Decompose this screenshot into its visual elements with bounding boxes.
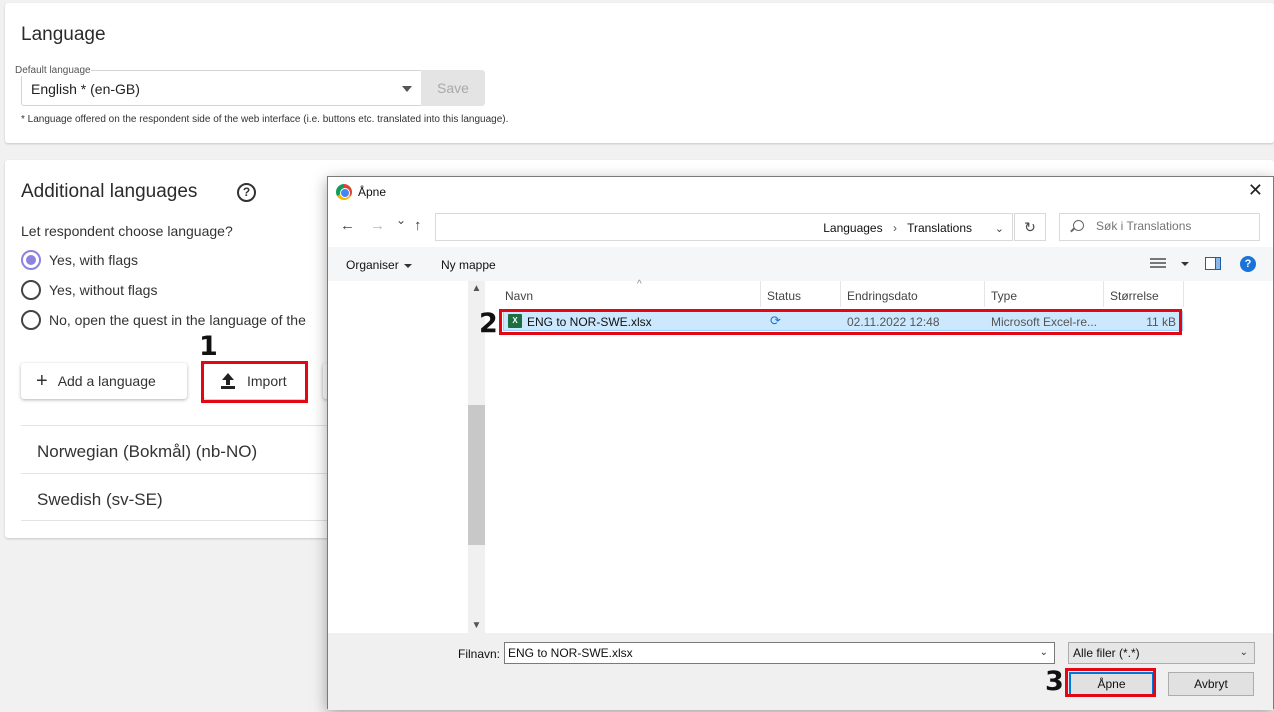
column-header-date[interactable]: Endringsdato [841, 281, 985, 307]
default-language-label: Default language [15, 65, 91, 76]
add-language-button[interactable]: + Add a language [21, 363, 187, 399]
address-bar[interactable]: Languages › Translations ⌄ [435, 213, 1013, 241]
step-number-1: 1 [199, 331, 218, 362]
radio-label: Yes, without flags [49, 282, 158, 298]
view-options-icon[interactable] [1150, 258, 1166, 270]
file-row-highlight [499, 309, 1182, 335]
language-row-swedish[interactable]: Swedish (sv-SE) [21, 473, 331, 521]
radio-label: No, open the quest in the language of th… [49, 312, 306, 328]
breadcrumb: Languages › Translations [823, 221, 972, 235]
breadcrumb-item-languages[interactable]: Languages [823, 221, 882, 235]
language-title: Language [21, 24, 106, 45]
chevron-down-icon[interactable]: ⌄ [1240, 647, 1248, 658]
search-icon [1073, 220, 1084, 231]
refresh-icon[interactable]: ↻ [1014, 213, 1046, 241]
filename-input[interactable] [508, 646, 1028, 660]
help-icon[interactable]: ? [237, 183, 256, 202]
chevron-down-icon[interactable]: ⌄ [995, 222, 1004, 235]
radio-icon[interactable] [21, 310, 41, 330]
scroll-up-icon[interactable]: ▲ [468, 283, 485, 294]
dialog-toolbar: Organiser Ny mappe ? [328, 247, 1273, 281]
search-input[interactable] [1096, 219, 1256, 233]
radio-label: Yes, with flags [49, 252, 138, 268]
column-header-size[interactable]: Størrelse [1104, 281, 1184, 307]
navigation-bar: ← → ⌄ ↑ Languages › Translations ⌄ ↻ [328, 207, 1273, 245]
radio-no-flags[interactable]: No, open the quest in the language of th… [21, 309, 306, 331]
column-header-status[interactable]: Status [761, 281, 841, 307]
step-number-3: 3 [1045, 666, 1064, 697]
open-file-dialog: Åpne ✕ ← → ⌄ ↑ Languages › Translations … [327, 176, 1274, 710]
caret-down-icon [403, 263, 412, 268]
language-card: Language English * (en-GB) Default langu… [5, 3, 1274, 143]
cancel-button[interactable]: Avbryt [1168, 672, 1254, 696]
additional-languages-title: Additional languages [21, 181, 198, 202]
column-header-type[interactable]: Type [985, 281, 1104, 307]
column-header-label: Navn [505, 289, 534, 303]
radio-icon[interactable] [21, 280, 41, 300]
caret-down-icon [402, 86, 412, 92]
scroll-down-icon[interactable]: ▼ [468, 620, 485, 631]
organize-label: Organiser [346, 258, 399, 272]
organize-menu[interactable]: Organiser [346, 258, 412, 272]
help-icon[interactable]: ? [1240, 256, 1256, 272]
navigation-pane[interactable] [328, 281, 485, 633]
default-language-value: English * (en-GB) [31, 81, 140, 97]
add-language-label: Add a language [57, 373, 156, 389]
back-arrow-icon[interactable]: ← [340, 217, 355, 234]
breadcrumb-separator-icon: › [892, 221, 897, 235]
chrome-icon [336, 184, 352, 200]
preview-pane-icon[interactable] [1205, 257, 1221, 270]
scroll-thumb[interactable] [468, 405, 485, 545]
dialog-title: Åpne [358, 185, 387, 199]
radio-yes-without-flags[interactable]: Yes, without flags [21, 279, 157, 301]
column-header-name[interactable]: Navn ^ [499, 279, 761, 307]
close-icon[interactable]: ✕ [1248, 180, 1263, 201]
language-note: * Language offered on the respondent sid… [21, 114, 509, 125]
file-type-filter[interactable]: Alle filer (*.*) ⌄ [1068, 642, 1255, 664]
up-arrow-icon[interactable]: ↑ [414, 217, 422, 234]
search-box[interactable] [1059, 213, 1260, 241]
recent-locations-icon[interactable]: ⌄ [396, 213, 406, 227]
plus-icon: + [36, 370, 48, 392]
dialog-titlebar: Åpne ✕ [328, 177, 1273, 207]
chevron-down-icon[interactable]: ⌄ [1040, 647, 1048, 658]
new-folder-button[interactable]: Ny mappe [441, 258, 496, 272]
choose-language-question: Let respondent choose language? [21, 223, 233, 239]
sort-ascending-icon: ^ [637, 279, 642, 290]
radio-yes-with-flags[interactable]: Yes, with flags [21, 249, 138, 271]
breadcrumb-item-translations[interactable]: Translations [907, 221, 972, 235]
step-number-2: 2 [479, 308, 498, 339]
file-type-filter-value: Alle filer (*.*) [1073, 646, 1140, 660]
radio-selected-icon[interactable] [21, 250, 41, 270]
language-row-norwegian[interactable]: Norwegian (Bokmål) (nb-NO) [21, 425, 331, 473]
open-button-highlight [1065, 668, 1156, 697]
forward-arrow-icon[interactable]: → [370, 217, 385, 234]
import-highlight [201, 361, 308, 403]
filename-label: Filnavn: [458, 647, 501, 661]
caret-down-icon[interactable] [1181, 262, 1189, 266]
save-button[interactable]: Save [421, 70, 485, 106]
filename-combobox[interactable]: ⌄ [504, 642, 1055, 664]
